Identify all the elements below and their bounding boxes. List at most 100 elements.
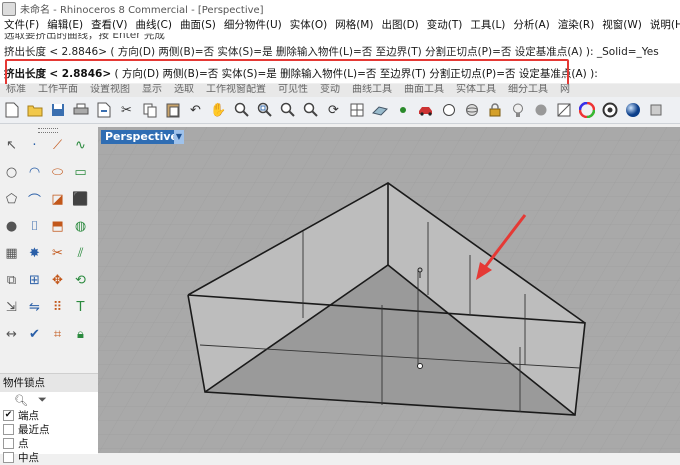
save-icon[interactable] [48,100,68,120]
tab-display[interactable]: 显示 [136,84,168,97]
polygon-icon[interactable]: ⬠ [2,190,21,209]
ellipse-icon[interactable]: ⬭ [48,163,67,182]
open-icon[interactable] [25,100,45,120]
extrude-icon[interactable]: ⬒ [48,217,67,236]
surface-icon[interactable]: ◪ [48,190,67,209]
shade-icon[interactable] [531,100,551,120]
tab-standard[interactable]: 标准 [0,84,32,97]
sphere-icon[interactable]: ● [2,217,21,236]
color-wheel-icon[interactable] [577,100,597,120]
pan-icon[interactable]: ✋ [209,100,229,120]
option-split-tangent[interactable]: 分割正切点(P)=否 [429,68,515,80]
sphere-render-icon[interactable] [623,100,643,120]
option-to-boundary[interactable]: 至边界(T) [380,68,426,80]
fillet-icon[interactable]: ⌒ [25,190,44,209]
array-icon[interactable]: ⠿ [48,298,67,317]
material-icon[interactable] [554,100,574,120]
point-icon[interactable] [393,100,413,120]
print-icon[interactable] [71,100,91,120]
import-icon[interactable] [94,100,114,120]
mirror-icon[interactable]: ⇋ [25,298,44,317]
circle-icon[interactable]: ○ [2,163,21,182]
menu-help[interactable]: 说明(H) [646,17,680,32]
command-prompt[interactable]: 挤出长度 < 2.8846> ( 方向(D) 两侧(B)=否 实体(S)=是 删… [0,63,680,83]
select-icon[interactable]: ↖ [2,136,21,155]
zoom-window-icon[interactable] [255,100,275,120]
point-icon[interactable]: · [25,136,44,155]
menu-analyze[interactable]: 分析(A) [509,17,553,32]
analyze-icon[interactable]: ⌗ [48,325,67,344]
rectangle-icon[interactable]: ▭ [71,163,90,182]
rotate-view-icon[interactable]: ⟳ [324,100,344,120]
solid-box-icon[interactable]: ⬛ [71,190,90,209]
polyline-icon[interactable]: ⟋ [48,136,67,155]
boolean-icon[interactable]: ◍ [71,217,90,236]
menu-curve[interactable]: 曲线(C) [131,17,176,32]
check-icon[interactable]: ✔ [25,325,44,344]
menu-view[interactable]: 查看(V) [87,17,131,32]
viewport-title-tab[interactable]: Perspective [101,130,183,144]
car-icon[interactable] [416,100,436,120]
dimension-icon[interactable]: ↔ [2,325,21,344]
light-bulb-icon[interactable] [508,100,528,120]
perspective-viewport[interactable] [98,127,680,453]
tab-solid-tools[interactable]: 实体工具 [450,84,502,97]
osnap-near[interactable]: 最近点 [0,422,98,436]
circle-icon[interactable] [439,100,459,120]
explode-icon[interactable]: ✸ [25,244,44,263]
tab-select[interactable]: 选取 [168,84,200,97]
tab-viewport-layout[interactable]: 工作视窗配置 [200,84,272,97]
menu-panels[interactable]: 视窗(W) [598,17,646,32]
group-icon[interactable]: ⊞ [25,271,44,290]
cut-icon[interactable]: ✂ [117,100,137,120]
menu-dimension[interactable]: 出图(D) [377,17,422,32]
copy-icon[interactable] [140,100,160,120]
option-solid[interactable]: 实体(S)=是 [222,68,277,80]
panel-grip[interactable] [38,128,58,133]
menu-mesh[interactable]: 网格(M) [331,17,377,32]
viewport-menu-arrow-icon[interactable]: ▼ [174,130,184,144]
magnifier-icon[interactable]: 🔍︎ [14,394,28,407]
zoom-selected-icon[interactable] [301,100,321,120]
zoom-extents-icon[interactable] [278,100,298,120]
option-base-point[interactable]: 设定基准点(A) [519,68,587,80]
curve-icon[interactable]: ∿ [71,136,90,155]
arc-icon[interactable]: ◠ [25,163,44,182]
tab-set-view[interactable]: 设置视图 [84,84,136,97]
scale-icon[interactable]: ⇲ [2,298,21,317]
tab-transform[interactable]: 变动 [314,84,346,97]
tab-more[interactable]: 网 [554,84,576,97]
split-icon[interactable]: ⫽ [71,244,90,263]
option-direction[interactable]: 方向(D) [122,68,159,80]
new-icon[interactable] [2,100,22,120]
checkbox-near[interactable] [3,423,14,435]
paste-icon[interactable] [163,100,183,120]
osnap-midpoint[interactable]: 中点 [0,450,98,464]
option-delete-input[interactable]: 删除输入物件(L)=否 [280,68,376,80]
four-view-icon[interactable] [347,100,367,120]
tab-visibility[interactable]: 可见性 [272,84,314,97]
osnap-endpoint[interactable]: ✔ 端点 [0,408,98,422]
mesh-icon[interactable]: ▦ [2,244,21,263]
filter-icon[interactable]: ⏷ [38,393,47,407]
menu-file[interactable]: 文件(F) [0,17,43,32]
menu-edit[interactable]: 编辑(E) [43,17,87,32]
menu-surface[interactable]: 曲面(S) [176,17,220,32]
text-icon[interactable]: T [71,298,90,317]
menu-tools[interactable]: 工具(L) [466,17,509,32]
set-cplane-icon[interactable] [370,100,390,120]
menu-solid[interactable]: 实体(O) [286,17,331,32]
cylinder-icon[interactable]: ⌷ [25,217,44,236]
move-icon[interactable]: ✥ [48,271,67,290]
menu-subd[interactable]: 细分物件(U) [220,17,286,32]
checkbox-endpoint[interactable]: ✔ [3,409,14,421]
tab-cplanes[interactable]: 工作平面 [32,84,84,97]
menu-render[interactable]: 渲染(R) [554,17,599,32]
option-both-sides[interactable]: 两侧(B)=否 [163,68,219,80]
lock-icon[interactable] [485,100,505,120]
checkbox-midpoint[interactable] [3,451,14,463]
menu-transform[interactable]: 变动(T) [423,17,467,32]
tab-subd-tools[interactable]: 细分工具 [502,84,554,97]
osnap-point[interactable]: 点 [0,436,98,450]
render-icon[interactable] [600,100,620,120]
